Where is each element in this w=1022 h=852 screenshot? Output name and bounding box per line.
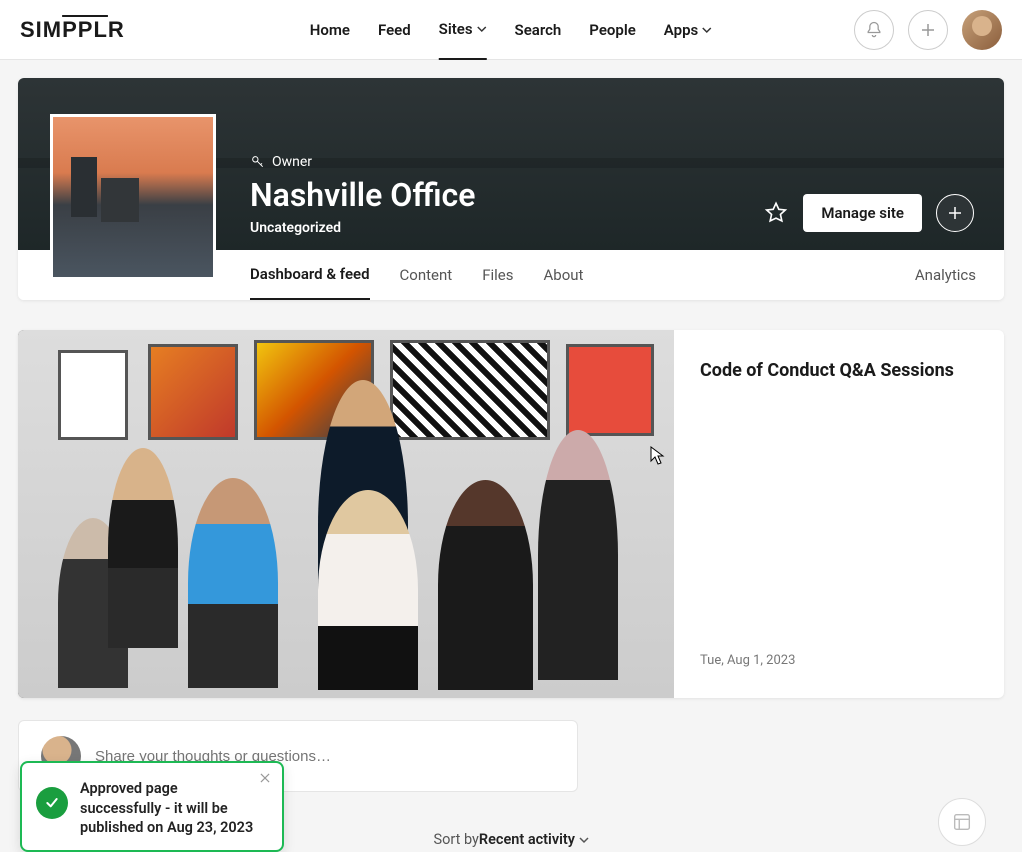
- nav-feed[interactable]: Feed: [378, 0, 411, 60]
- add-button[interactable]: [908, 10, 948, 50]
- sort-prefix: Sort by: [433, 831, 478, 848]
- notifications-button[interactable]: [854, 10, 894, 50]
- site-title: Nashville Office: [250, 176, 475, 214]
- hero-background: Owner Nashville Office Uncategorized Man…: [18, 78, 1004, 250]
- analytics-link[interactable]: Analytics: [915, 266, 976, 284]
- manage-site-button[interactable]: Manage site: [803, 194, 922, 232]
- site-category: Uncategorized: [250, 220, 475, 236]
- toast-close-button[interactable]: [258, 771, 272, 785]
- template-button[interactable]: [938, 798, 986, 846]
- plus-icon: [946, 204, 964, 222]
- nav-apps[interactable]: Apps: [664, 0, 712, 60]
- logo[interactable]: SIMPPLR: [20, 17, 125, 43]
- site-add-button[interactable]: [936, 194, 974, 232]
- site-thumbnail[interactable]: [50, 114, 216, 280]
- logo-part-a: SIM: [20, 17, 62, 42]
- tab-files[interactable]: Files: [482, 250, 513, 300]
- featured-image: [18, 330, 674, 698]
- tab-dashboard-feed[interactable]: Dashboard & feed: [250, 250, 370, 300]
- chevron-down-icon: [579, 835, 589, 845]
- featured-card[interactable]: Code of Conduct Q&A Sessions Tue, Aug 1,…: [18, 330, 1004, 698]
- logo-part-b: PPL: [62, 17, 108, 42]
- site-hero: Owner Nashville Office Uncategorized Man…: [18, 78, 1004, 300]
- check-circle-icon: [36, 787, 68, 819]
- nav-sites-label: Sites: [439, 0, 473, 59]
- star-icon: [763, 200, 789, 226]
- tab-about[interactable]: About: [544, 250, 584, 300]
- chevron-down-icon: [702, 25, 712, 35]
- nav-people[interactable]: People: [589, 0, 636, 60]
- featured-date: Tue, Aug 1, 2023: [700, 653, 978, 668]
- nav-search[interactable]: Search: [515, 0, 562, 60]
- featured-title: Code of Conduct Q&A Sessions: [700, 360, 978, 381]
- tab-content[interactable]: Content: [400, 250, 453, 300]
- topbar-actions: [854, 10, 1002, 50]
- main-nav: Home Feed Sites Search People Apps: [310, 0, 712, 60]
- sort-value: Recent activity: [479, 831, 575, 848]
- hero-actions: Manage site: [763, 194, 974, 232]
- role-label: Owner: [272, 154, 312, 170]
- nav-home[interactable]: Home: [310, 0, 350, 60]
- close-icon: [258, 771, 272, 785]
- top-bar: SIMPPLR Home Feed Sites Search People Ap…: [0, 0, 1022, 60]
- bell-icon: [864, 20, 884, 40]
- favorite-button[interactable]: [763, 200, 789, 226]
- chevron-down-icon: [477, 24, 487, 34]
- owner-line: Owner: [250, 154, 475, 170]
- user-avatar[interactable]: [962, 10, 1002, 50]
- nav-sites[interactable]: Sites: [439, 0, 487, 60]
- plus-icon: [919, 21, 937, 39]
- logo-part-c: R: [108, 17, 125, 42]
- featured-side: Code of Conduct Q&A Sessions Tue, Aug 1,…: [674, 330, 1004, 698]
- hero-text: Owner Nashville Office Uncategorized: [250, 154, 475, 236]
- nav-apps-label: Apps: [664, 0, 698, 60]
- page-body: Owner Nashville Office Uncategorized Man…: [0, 60, 1022, 810]
- toast-message: Approved page successfully - it will be …: [80, 779, 268, 838]
- success-toast: Approved page successfully - it will be …: [20, 761, 284, 852]
- key-icon: [250, 154, 266, 170]
- template-icon: [951, 811, 973, 833]
